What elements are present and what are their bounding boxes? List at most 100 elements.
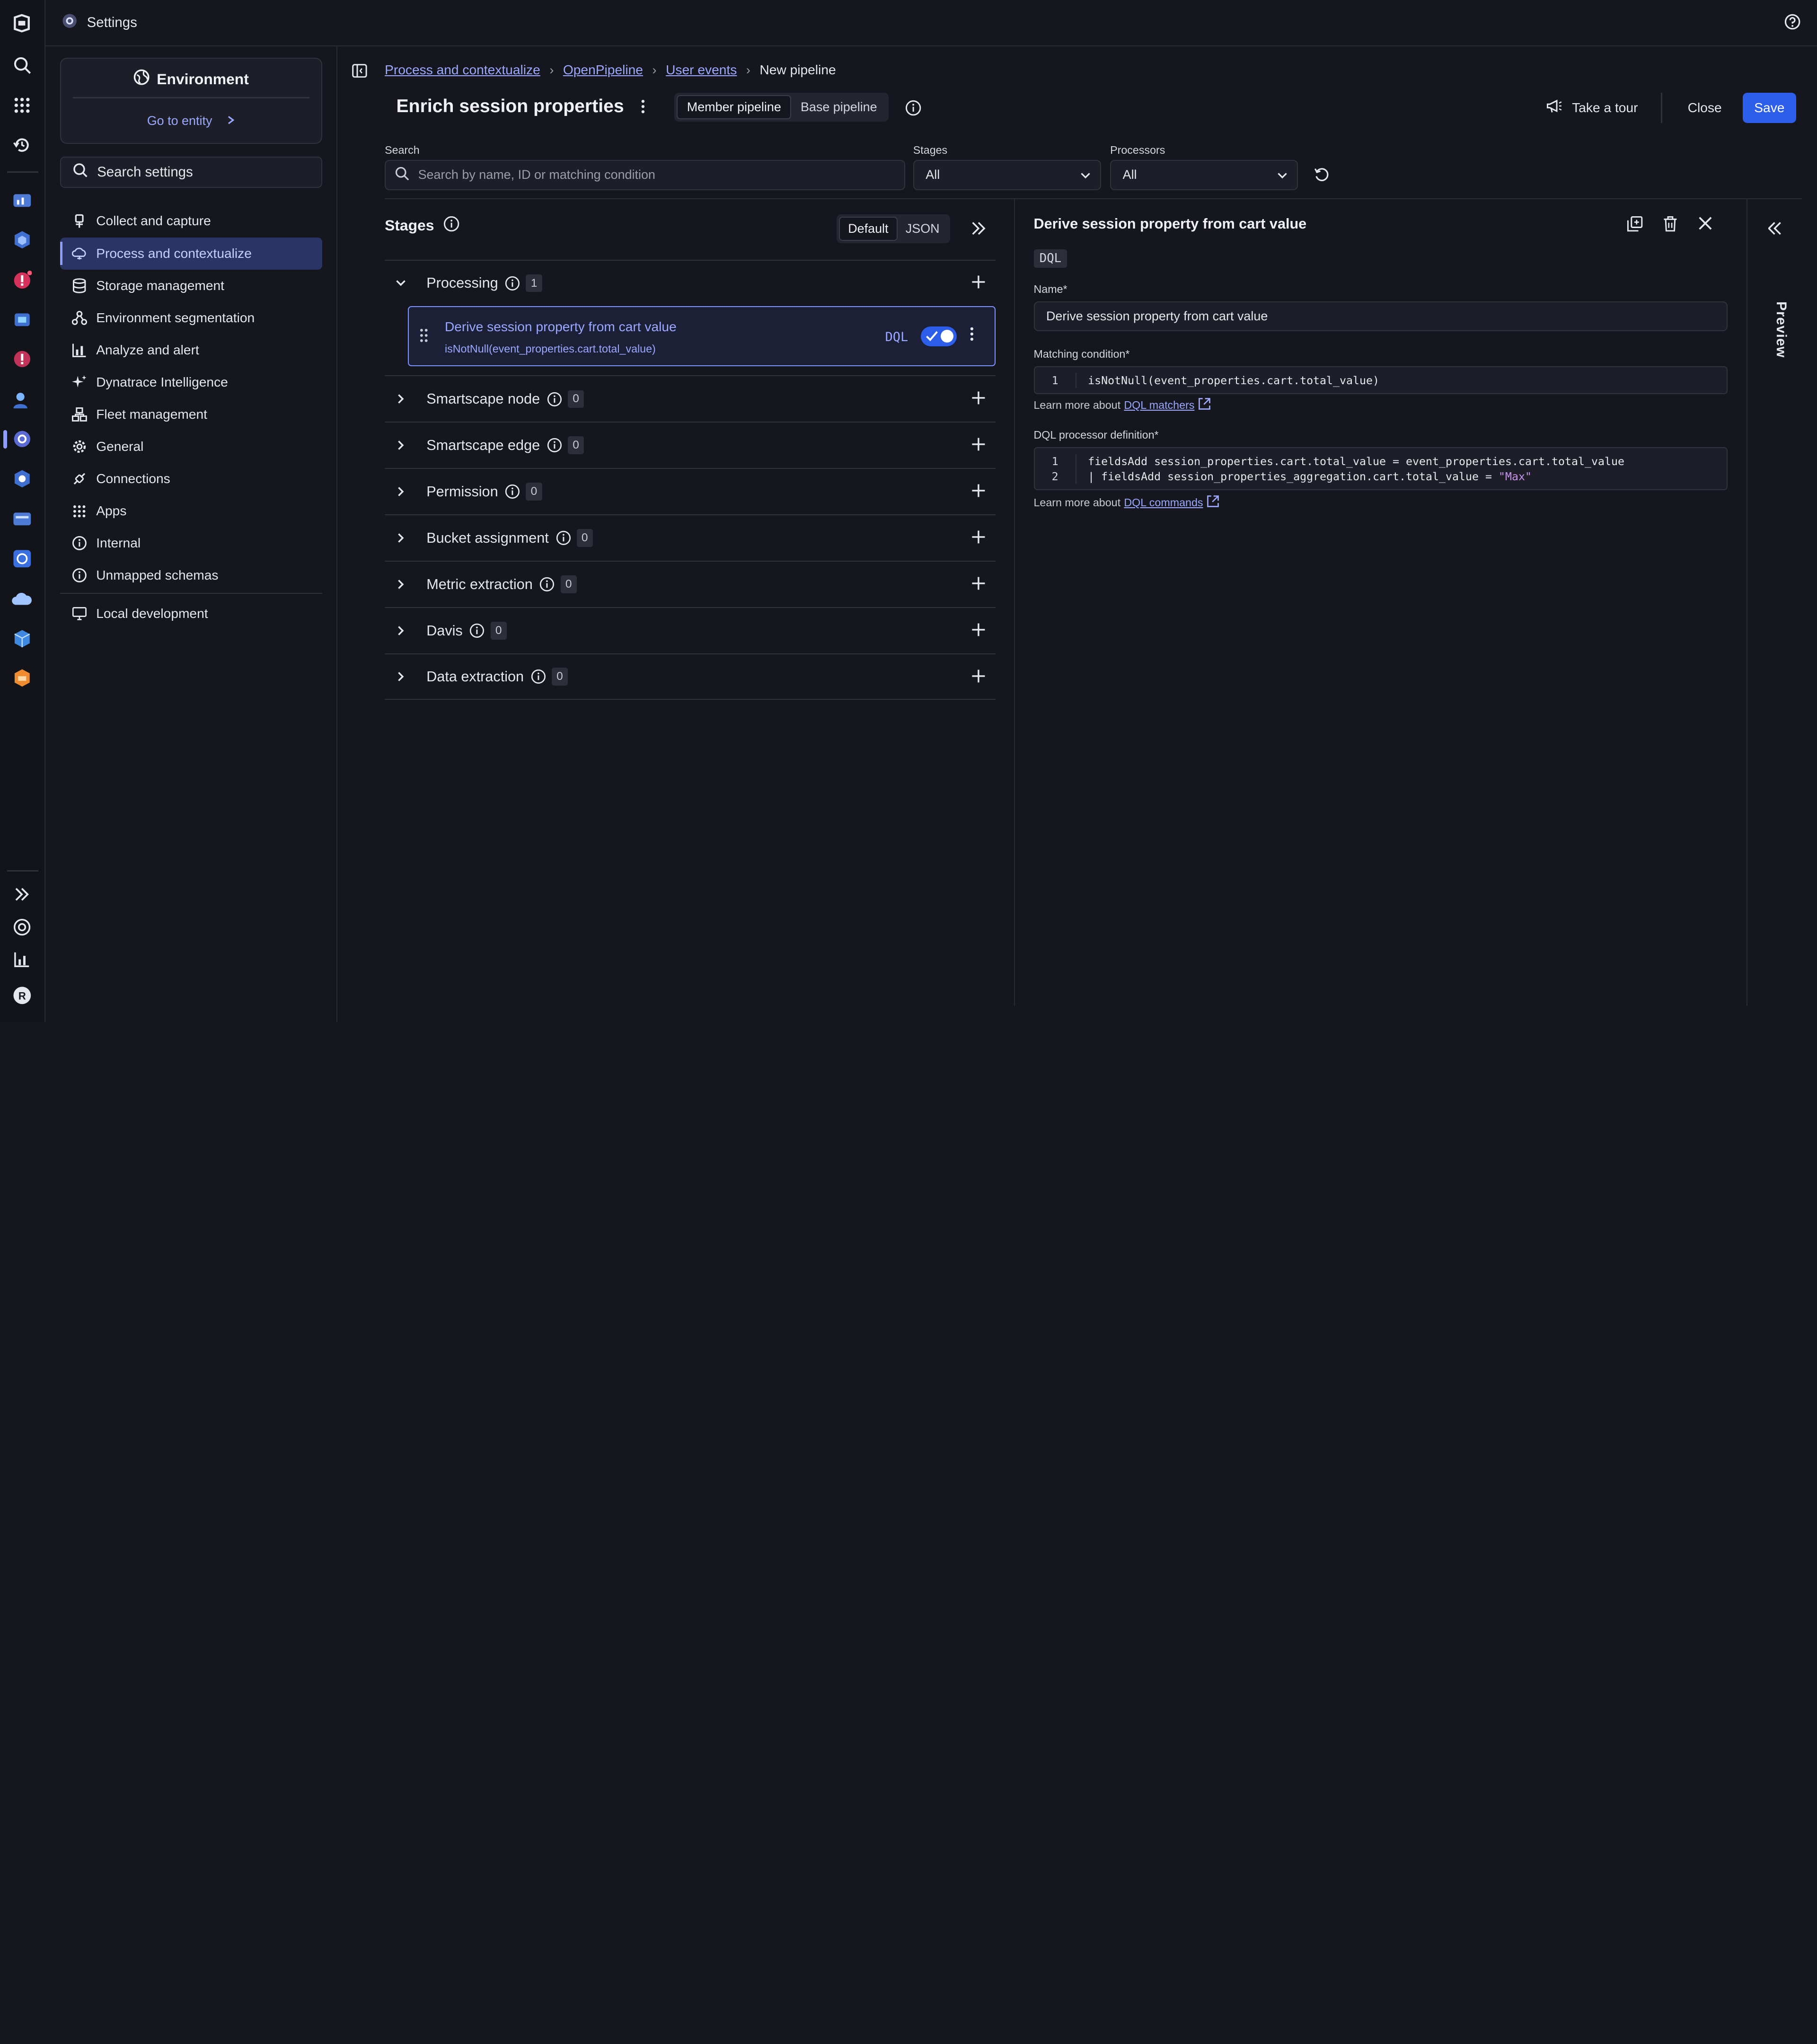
dql-matchers-link[interactable]: DQL matchers <box>1124 399 1194 412</box>
kubernetes-app-icon[interactable] <box>10 467 34 490</box>
nav-item-environment-segmentation[interactable]: Environment segmentation <box>60 302 322 334</box>
stage-row-data-extraction[interactable]: Data extraction 0 <box>385 653 996 700</box>
external-link-icon[interactable] <box>1198 397 1211 413</box>
stage-row-davis[interactable]: Davis 0 <box>385 607 996 653</box>
nav-item-collect-and-capture[interactable]: Collect and capture <box>60 205 322 237</box>
breadcrumb-process-and-contextualize[interactable]: Process and contextualize <box>385 62 540 78</box>
info-icon[interactable] <box>556 530 571 546</box>
settings-app-icon[interactable] <box>10 428 34 451</box>
user-avatar-icon[interactable]: R <box>10 984 34 1007</box>
info-icon[interactable] <box>443 216 459 236</box>
expand-preview-icon[interactable] <box>1768 221 1782 239</box>
nav-item-storage-management[interactable]: Storage management <box>60 270 322 302</box>
add-processor-icon[interactable] <box>971 437 986 456</box>
external-link-icon[interactable] <box>1207 495 1219 511</box>
info-icon[interactable] <box>531 669 546 684</box>
chevron-right-icon[interactable] <box>385 626 417 636</box>
cube-app-icon[interactable] <box>10 627 34 650</box>
stages-select[interactable]: All <box>913 160 1101 190</box>
dashboards-app-icon[interactable] <box>10 189 34 212</box>
duplicate-icon[interactable] <box>1627 216 1643 236</box>
stage-row-processing[interactable]: Processing 1 <box>385 260 996 306</box>
more-options-icon[interactable] <box>641 98 645 118</box>
usage-chart-icon[interactable] <box>10 948 34 971</box>
breadcrumb-user-events[interactable]: User events <box>666 62 737 78</box>
nav-item-general[interactable]: General <box>60 431 322 463</box>
add-processor-icon[interactable] <box>971 529 986 548</box>
nav-item-analyze-and-alert[interactable]: Analyze and alert <box>60 334 322 366</box>
add-processor-icon[interactable] <box>971 274 986 293</box>
dql-definition-editor[interactable]: 1 fieldsAdd session_properties.cart.tota… <box>1034 447 1728 490</box>
apps-grid-icon[interactable] <box>10 94 34 117</box>
info-icon[interactable] <box>539 577 555 592</box>
add-processor-icon[interactable] <box>971 669 986 687</box>
security-app-icon[interactable] <box>10 348 34 371</box>
nav-item-process-and-contextualize[interactable]: Process and contextualize <box>60 238 322 270</box>
expand-panel-icon[interactable] <box>971 221 986 239</box>
users-app-icon[interactable] <box>10 388 34 411</box>
page-title[interactable]: Enrich session properties <box>397 96 624 117</box>
add-processor-icon[interactable] <box>971 483 986 502</box>
info-icon[interactable] <box>905 100 921 120</box>
add-processor-icon[interactable] <box>971 622 986 641</box>
expand-rail-icon[interactable] <box>10 883 34 906</box>
problems-app-icon[interactable] <box>10 269 34 292</box>
chevron-right-icon[interactable] <box>385 486 417 497</box>
help-icon[interactable] <box>1784 14 1800 34</box>
chevron-right-icon[interactable] <box>385 579 417 590</box>
nav-item-local-development[interactable]: Local development <box>60 598 322 630</box>
dql-commands-link[interactable]: DQL commands <box>1124 496 1203 509</box>
info-icon[interactable] <box>547 438 562 453</box>
history-icon[interactable] <box>10 133 34 157</box>
trash-icon[interactable] <box>1663 216 1678 236</box>
chevron-right-icon[interactable] <box>385 533 417 543</box>
search-icon[interactable] <box>10 53 34 77</box>
info-icon[interactable] <box>469 623 485 638</box>
matching-condition-editor[interactable]: 1 isNotNull(event_properties.cart.total_… <box>1034 366 1728 394</box>
member-pipeline-tab[interactable]: Member pipeline <box>677 95 791 119</box>
stage-row-smartscape-edge[interactable]: Smartscape edge 0 <box>385 422 996 468</box>
processor-enabled-toggle[interactable] <box>921 326 957 346</box>
close-button[interactable]: Close <box>1678 100 1731 115</box>
drag-handle-icon[interactable] <box>419 328 429 347</box>
json-view-tab[interactable]: JSON <box>898 217 948 241</box>
stage-row-permission[interactable]: Permission 0 <box>385 468 996 514</box>
cloud-app-icon[interactable] <box>10 588 34 611</box>
nav-item-apps[interactable]: Apps <box>60 495 322 527</box>
reset-filters-icon[interactable] <box>1314 167 1329 186</box>
services-app-icon[interactable] <box>10 308 34 331</box>
support-icon[interactable] <box>10 916 34 939</box>
k8s-cluster-icon[interactable] <box>10 547 34 570</box>
stage-row-bucket-assignment[interactable]: Bucket assignment 0 <box>385 514 996 561</box>
preview-label[interactable]: Preview <box>1773 301 1789 358</box>
toggle-sidebar-icon[interactable] <box>352 64 367 81</box>
infrastructure-app-icon[interactable] <box>10 228 34 251</box>
chevron-right-icon[interactable] <box>385 440 417 450</box>
info-icon[interactable] <box>505 276 520 291</box>
nav-item-fleet-management[interactable]: Fleet management <box>60 398 322 431</box>
chevron-down-icon[interactable] <box>385 280 417 287</box>
nav-item-unmapped-schemas[interactable]: Unmapped schemas <box>60 559 322 591</box>
base-pipeline-tab[interactable]: Base pipeline <box>791 95 886 119</box>
database-app-icon[interactable] <box>10 508 34 531</box>
search-settings-input[interactable]: Search settings <box>60 157 322 188</box>
info-icon[interactable] <box>547 392 562 407</box>
add-processor-icon[interactable] <box>971 390 986 409</box>
extension-app-icon[interactable] <box>10 666 34 689</box>
nav-item-connections[interactable]: Connections <box>60 463 322 495</box>
breadcrumb-openpipeline[interactable]: OpenPipeline <box>563 62 643 78</box>
take-a-tour-button[interactable]: Take a tour <box>1540 98 1645 117</box>
more-options-icon[interactable] <box>970 326 974 345</box>
add-processor-icon[interactable] <box>971 576 986 595</box>
go-to-entity-link[interactable]: Go to entity <box>61 114 321 128</box>
stage-row-metric-extraction[interactable]: Metric extraction 0 <box>385 561 996 607</box>
name-field[interactable]: Derive session property from cart value <box>1034 301 1728 332</box>
default-view-tab[interactable]: Default <box>839 217 898 241</box>
chevron-right-icon[interactable] <box>385 671 417 682</box>
processor-card[interactable]: Derive session property from cart value … <box>408 306 996 366</box>
dynatrace-logo-icon[interactable] <box>10 11 34 35</box>
chevron-right-icon[interactable] <box>385 394 417 404</box>
info-icon[interactable] <box>505 484 520 499</box>
pipeline-search-input[interactable]: Search by name, ID or matching condition <box>385 160 905 190</box>
stage-row-smartscape-node[interactable]: Smartscape node 0 <box>385 375 996 422</box>
